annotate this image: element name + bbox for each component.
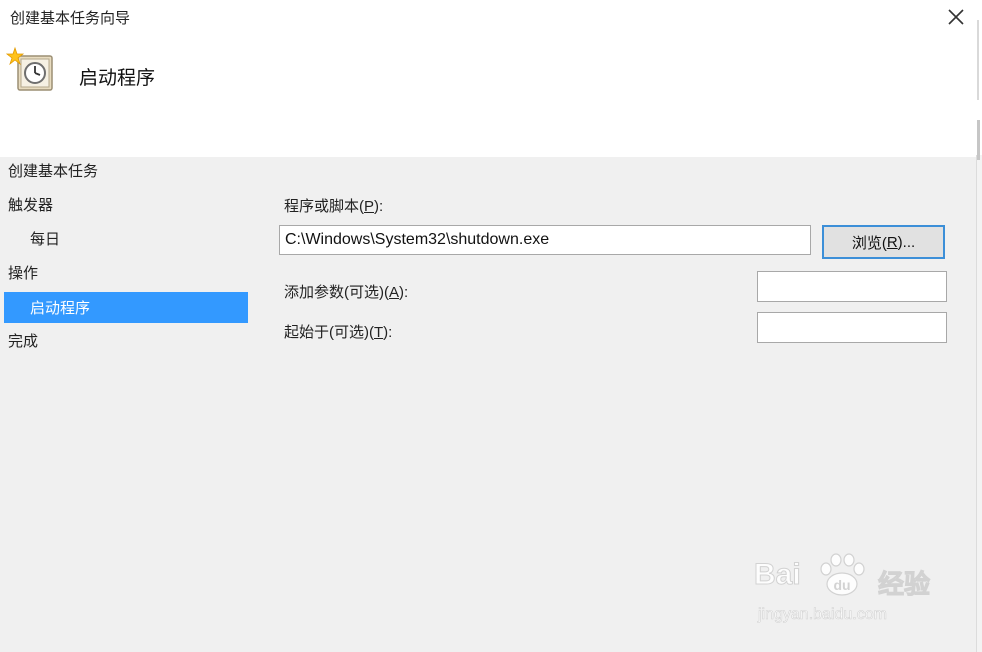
add-arguments-label: 添加参数(可选)(A): [284, 284, 409, 301]
watermark-brand-2: 经验 [877, 570, 931, 601]
right-edge-strip [976, 0, 982, 652]
wizard-header: 启动程序 [0, 36, 976, 157]
step-start-program[interactable]: 启动程序 [4, 292, 248, 323]
task-clock-icon [6, 46, 53, 91]
program-script-input[interactable] [279, 225, 811, 255]
title-bar: 创建基本任务向导 [0, 0, 976, 36]
wizard-steps-heading: 创建基本任务 [8, 163, 99, 180]
close-icon [948, 9, 964, 25]
svg-text:du: du [833, 577, 850, 593]
browse-button[interactable]: 浏览(R)... [822, 225, 945, 259]
watermark-brand: Bai [754, 558, 802, 592]
step-trigger[interactable]: 触发器 [8, 194, 53, 215]
baidu-watermark: Bai du 经验 jingyan.baidu.com [750, 548, 940, 638]
add-arguments-input[interactable] [757, 271, 947, 302]
step-start-program-label: 启动程序 [30, 300, 91, 317]
start-in-label: 起始于(可选)(T): [284, 324, 393, 341]
paw-icon: du [820, 553, 865, 596]
program-script-label: 程序或脚本(P): [284, 198, 384, 215]
start-in-input[interactable] [757, 312, 947, 343]
step-daily[interactable]: 每日 [30, 228, 60, 249]
page-title: 启动程序 [79, 68, 156, 89]
watermark-url: jingyan.baidu.com [758, 606, 888, 624]
close-button[interactable] [938, 2, 974, 32]
window-title: 创建基本任务向导 [10, 10, 131, 27]
task-wizard-window: 创建基本任务向导 启动程序 创建基本任务 触发器 每日 操作 启动程序 完成 程… [0, 0, 982, 652]
step-finish[interactable]: 完成 [8, 330, 38, 351]
step-action[interactable]: 操作 [8, 262, 38, 283]
